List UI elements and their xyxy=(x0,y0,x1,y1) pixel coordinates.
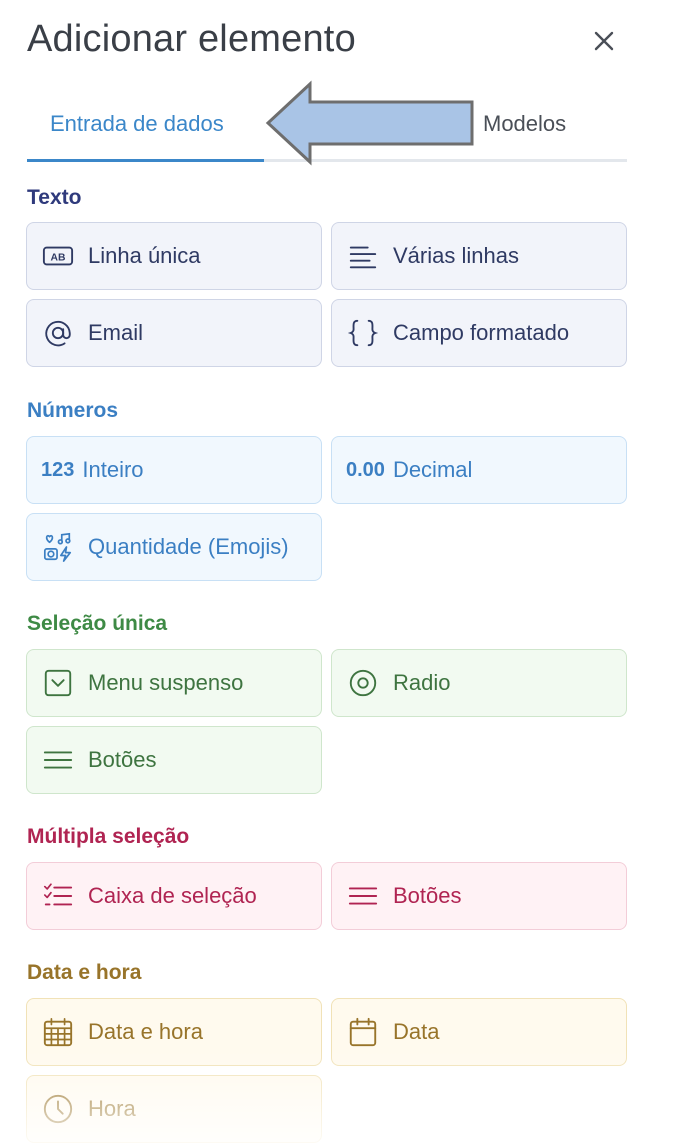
element-decimal[interactable]: 0.00 Decimal xyxy=(331,436,627,504)
right-edge-mask xyxy=(650,0,680,1144)
decimal-icon: 0.00 xyxy=(346,458,385,481)
element-botoes-unica[interactable]: Botões xyxy=(26,726,322,794)
element-email[interactable]: Email xyxy=(26,299,322,367)
element-varias-linhas[interactable]: Várias linhas xyxy=(331,222,627,290)
element-label: Menu suspenso xyxy=(88,670,244,695)
emoji-quantity-icon xyxy=(41,530,75,564)
at-sign-icon xyxy=(41,316,75,350)
element-menu-suspenso[interactable]: Menu suspenso xyxy=(26,649,322,717)
element-label: Campo formatado xyxy=(393,320,570,345)
close-icon[interactable] xyxy=(587,24,621,58)
section-title-data-hora: Data e hora xyxy=(27,961,142,984)
active-tab-indicator xyxy=(27,159,264,162)
section-title-numeros: Números xyxy=(27,399,119,422)
element-label: Várias linhas xyxy=(393,243,519,268)
section-title-multipla-selecao: Múltipla seleção xyxy=(27,825,190,848)
element-label: Email xyxy=(88,320,144,345)
section-title-selecao-unica: Seleção única xyxy=(27,612,168,635)
ab-text-icon: AB xyxy=(41,239,75,273)
dialog-title: Adicionar elemento xyxy=(27,18,356,60)
element-label: Data e hora xyxy=(88,1019,203,1044)
element-hora[interactable]: Hora xyxy=(26,1075,322,1143)
element-inteiro[interactable]: 123 Inteiro xyxy=(26,436,322,504)
element-label: Decimal xyxy=(392,457,473,482)
element-label: Radio xyxy=(393,670,451,695)
calendar-icon xyxy=(346,1015,380,1049)
list-lines-icon xyxy=(41,743,75,777)
element-label: Inteiro xyxy=(82,457,144,482)
element-radio[interactable]: Radio xyxy=(331,649,627,717)
braces-icon xyxy=(346,316,380,350)
multiline-icon xyxy=(346,239,380,273)
element-label: Botões xyxy=(88,747,157,772)
element-quantidade-emojis[interactable]: Quantidade (Emojis) xyxy=(26,513,322,581)
element-botoes-multipla[interactable]: Botões xyxy=(331,862,627,930)
element-label: Botões xyxy=(393,883,462,908)
tab-data-entry[interactable]: Entrada de dados xyxy=(50,111,224,137)
element-linha-unica[interactable]: AB Linha única xyxy=(26,222,322,290)
element-label: Linha única xyxy=(88,243,201,268)
checklist-icon xyxy=(41,879,75,913)
clock-icon xyxy=(41,1092,75,1126)
element-label: Quantidade (Emojis) xyxy=(88,534,289,559)
tab-models[interactable]: Modelos xyxy=(483,111,566,137)
radio-icon xyxy=(346,666,380,700)
dialog-header: Adicionar elemento xyxy=(27,18,627,68)
section-title-texto: Texto xyxy=(27,186,82,209)
svg-text:AB: AB xyxy=(51,253,66,264)
element-campo-formatado[interactable]: Campo formatado xyxy=(331,299,627,367)
integer-icon: 123 xyxy=(41,458,75,481)
list-lines-icon xyxy=(346,879,380,913)
element-data-e-hora[interactable]: Data e hora xyxy=(26,998,322,1066)
dropdown-icon xyxy=(41,666,75,700)
element-label: Data xyxy=(393,1019,440,1044)
element-label: Caixa de seleção xyxy=(88,883,257,908)
calendar-grid-icon xyxy=(41,1015,75,1049)
tab-bar: Entrada de dados Modelos xyxy=(27,100,627,162)
element-data[interactable]: Data xyxy=(331,998,627,1066)
element-label: Hora xyxy=(88,1096,136,1121)
element-caixa-de-selecao[interactable]: Caixa de seleção xyxy=(26,862,322,930)
